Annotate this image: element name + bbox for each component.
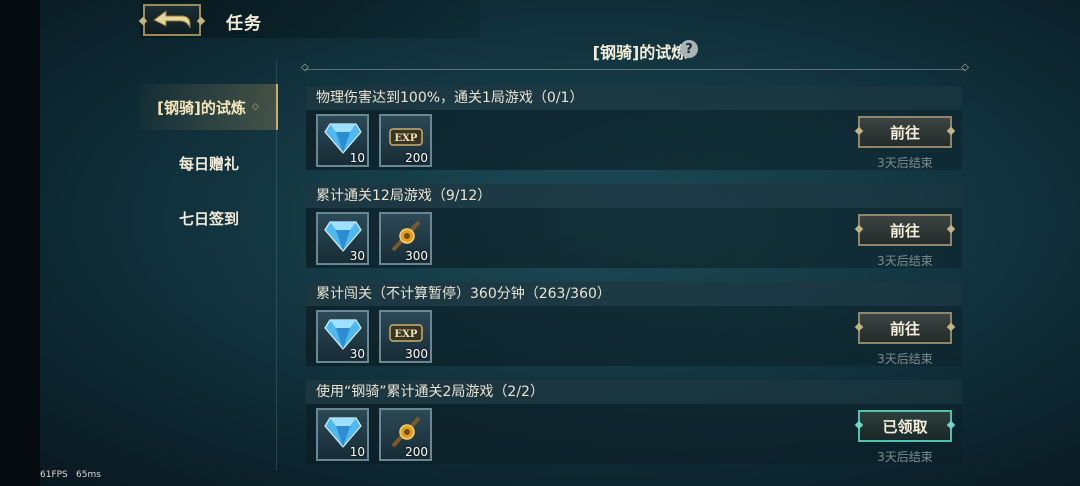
reward-count: 10 — [349, 445, 365, 459]
task-title: 累计闯关（不计算暂停）360分钟（263/360） — [306, 282, 962, 306]
reward-count: 300 — [405, 347, 428, 361]
task-body: 10 200 已领取 3天后结束 — [306, 404, 962, 464]
reward-count: 200 — [405, 151, 428, 165]
go-button[interactable]: 前往 — [858, 116, 952, 148]
left-edge-strip — [0, 0, 40, 486]
section-title: [钢骑]的试炼 — [592, 43, 688, 62]
diamond-icon — [324, 123, 362, 154]
reward-slot[interactable]: EXP 200 — [379, 114, 432, 167]
task-row: 使用“钢骑”累计通关2局游戏（2/2） 10 200 已领取 3天后结束 — [306, 380, 962, 470]
active-diamond-icon: ◇ — [251, 102, 259, 112]
reward-slot[interactable]: 30 — [316, 310, 369, 363]
claimed-button[interactable]: 已领取 — [858, 410, 952, 442]
reward-slot[interactable]: 10 — [316, 114, 369, 167]
fps-counter: 61FPS — [40, 470, 68, 480]
task-row: 累计通关12局游戏（9/12） 30 300 前往 3天后结束 — [306, 184, 962, 274]
sidebar-item-seven-day-checkin[interactable]: 七日签到 — [140, 195, 278, 241]
diamond-icon — [324, 221, 362, 252]
svg-text:EXP: EXP — [395, 329, 418, 340]
reward-slot[interactable]: 10 — [316, 408, 369, 461]
reward-slot[interactable]: 200 — [379, 408, 432, 461]
sidebar-item-label: 七日签到 — [178, 209, 239, 228]
exp-icon: EXP — [389, 324, 423, 342]
gold-coin-icon — [391, 416, 421, 448]
header-divider — [301, 62, 969, 73]
sidebar-item-label: [钢骑]的试炼 — [157, 98, 246, 117]
reward-count: 10 — [349, 151, 365, 165]
back-button[interactable] — [143, 4, 201, 36]
sidebar-item-daily-gift[interactable]: 每日赠礼 — [140, 140, 278, 186]
task-title: 使用“钢骑”累计通关2局游戏（2/2） — [306, 380, 962, 404]
diamond-icon — [324, 417, 362, 448]
page-title: 任务 — [226, 14, 262, 34]
reward-count: 200 — [405, 445, 428, 459]
diamond-icon — [324, 319, 362, 350]
task-body: 10 EXP 200 前往 3天后结束 — [306, 110, 962, 170]
task-title: 累计通关12局游戏（9/12） — [306, 184, 962, 208]
reward-count: 300 — [405, 249, 428, 263]
reward-slot[interactable]: 300 — [379, 212, 432, 265]
go-button[interactable]: 前往 — [858, 312, 952, 344]
reward-count: 30 — [349, 249, 365, 263]
task-title: 物理伤害达到100%，通关1局游戏（0/1） — [306, 86, 962, 110]
task-end-time: 3天后结束 — [877, 352, 933, 366]
task-body: 30 300 前往 3天后结束 — [306, 208, 962, 268]
sidebar-item-trial[interactable]: [钢骑]的试炼 ◇ — [140, 84, 278, 130]
task-row: 累计闯关（不计算暂停）360分钟（263/360） 30 EXP 300 前往 … — [306, 282, 962, 372]
sidebar-item-label: 每日赠礼 — [178, 154, 239, 173]
reward-slot[interactable]: 30 — [316, 212, 369, 265]
exp-icon: EXP — [389, 128, 423, 146]
task-body: 30 EXP 300 前往 3天后结束 — [306, 306, 962, 366]
sidebar: [钢骑]的试炼 ◇ 每日赠礼 七日签到 — [140, 84, 278, 464]
reward-count: 30 — [349, 347, 365, 361]
task-end-time: 3天后结束 — [877, 254, 933, 268]
task-row: 物理伤害达到100%，通关1局游戏（0/1） 10 EXP 200 前往 3天后… — [306, 86, 962, 176]
help-icon[interactable]: ? — [680, 40, 698, 58]
back-arrow-icon — [153, 10, 191, 29]
latency-counter: 65ms — [76, 470, 101, 480]
reward-slot[interactable]: EXP 300 — [379, 310, 432, 363]
gold-coin-icon — [391, 220, 421, 252]
svg-text:EXP: EXP — [395, 133, 418, 144]
task-end-time: 3天后结束 — [877, 450, 933, 464]
go-button[interactable]: 前往 — [858, 214, 952, 246]
task-end-time: 3天后结束 — [877, 156, 933, 170]
